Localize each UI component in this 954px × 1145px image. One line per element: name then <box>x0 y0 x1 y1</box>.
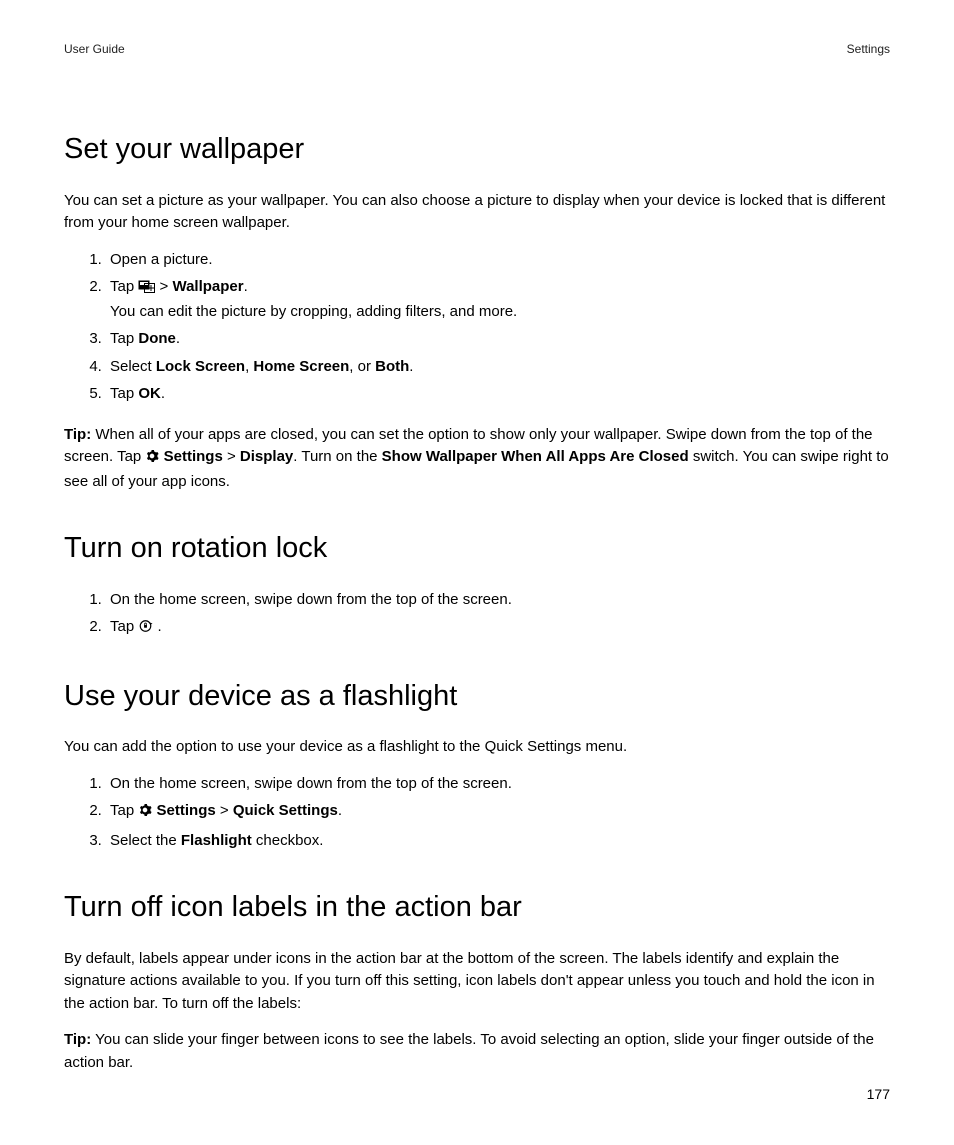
tip-sep: > <box>223 448 240 465</box>
page-number: 177 <box>867 1084 890 1105</box>
gear-icon <box>138 802 152 825</box>
step-4: Select Lock Screen, Home Screen, or Both… <box>106 356 890 379</box>
tip-paragraph: Tip: When all of your apps are closed, y… <box>64 424 890 494</box>
tip-label: Tip: <box>64 426 91 443</box>
tip-paragraph: Tip: You can slide your finger between i… <box>64 1029 890 1074</box>
tip-label: Tip: <box>64 1031 91 1048</box>
step-flashlight: Flashlight <box>181 832 252 849</box>
step-period: . <box>176 330 180 347</box>
step-5: Tap OK. <box>106 383 890 406</box>
opt-home: Home Screen <box>253 358 349 375</box>
steps-list: On the home screen, swipe down from the … <box>64 589 890 641</box>
step-target: Done <box>138 330 176 347</box>
step-text: Tap <box>110 385 138 402</box>
step-target: OK <box>138 385 161 402</box>
header-left: User Guide <box>64 40 125 58</box>
tip-settings: Settings <box>164 448 223 465</box>
tip-switch: Show Wallpaper When All Apps Are Closed <box>382 448 689 465</box>
tip-display: Display <box>240 448 293 465</box>
section-icon-labels: Turn off icon labels in the action bar B… <box>64 886 890 1074</box>
steps-list: Open a picture. Tap > Wallpaper. You can… <box>64 249 890 406</box>
step-3: Tap Done. <box>106 328 890 351</box>
heading-set-wallpaper: Set your wallpaper <box>64 128 890 172</box>
step-text: Tap <box>110 802 134 819</box>
section-set-wallpaper: Set your wallpaper You can set a picture… <box>64 128 890 493</box>
gear-icon <box>145 448 159 471</box>
document-page: User Guide Settings Set your wallpaper Y… <box>0 0 954 1145</box>
step-target: Wallpaper <box>172 278 243 295</box>
step-detail: You can edit the picture by cropping, ad… <box>110 303 517 320</box>
header-right: Settings <box>847 40 890 58</box>
rotation-lock-icon <box>138 618 153 641</box>
opt-lock: Lock Screen <box>156 358 245 375</box>
opt-both: Both <box>375 358 409 375</box>
tip-text: You can slide your finger between icons … <box>64 1031 874 1071</box>
step-period: . <box>338 802 342 819</box>
or: , or <box>349 358 375 375</box>
heading-flashlight: Use your device as a flashlight <box>64 675 890 719</box>
steps-list: On the home screen, swipe down from the … <box>64 773 890 853</box>
step-text-a: Select the <box>110 832 181 849</box>
picture-edit-icon <box>138 278 155 301</box>
heading-icon-labels: Turn off icon labels in the action bar <box>64 886 890 930</box>
step-period: . <box>244 278 248 295</box>
step-text: Tap <box>110 618 134 635</box>
heading-rotation-lock: Turn on rotation lock <box>64 527 890 571</box>
step-text: Tap <box>110 330 138 347</box>
section-flashlight: Use your device as a flashlight You can … <box>64 675 890 853</box>
page-header: User Guide Settings <box>64 40 890 58</box>
intro-text: You can add the option to use your devic… <box>64 736 890 759</box>
step-sep: > <box>216 802 233 819</box>
step-period: . <box>158 618 162 635</box>
step-1: On the home screen, swipe down from the … <box>106 773 890 796</box>
step-period: . <box>409 358 413 375</box>
step-1: Open a picture. <box>106 249 890 272</box>
step-1: On the home screen, swipe down from the … <box>106 589 890 612</box>
tip-text-b: . Turn on the <box>293 448 381 465</box>
step-2: Tap > Wallpaper. You can edit the pictur… <box>106 276 890 323</box>
step-text: Select <box>110 358 156 375</box>
intro-text: You can set a picture as your wallpaper.… <box>64 190 890 235</box>
step-quick: Quick Settings <box>233 802 338 819</box>
step-text-c: checkbox. <box>252 832 324 849</box>
step-3: Select the Flashlight checkbox. <box>106 830 890 853</box>
step-period: . <box>161 385 165 402</box>
step-text: Tap <box>110 278 134 295</box>
step-settings: Settings <box>157 802 216 819</box>
intro-text: By default, labels appear under icons in… <box>64 948 890 1016</box>
step-sep: > <box>160 278 173 295</box>
section-rotation-lock: Turn on rotation lock On the home screen… <box>64 527 890 641</box>
step-2: Tap . <box>106 616 890 641</box>
step-2: Tap Settings > Quick Settings. <box>106 800 890 825</box>
